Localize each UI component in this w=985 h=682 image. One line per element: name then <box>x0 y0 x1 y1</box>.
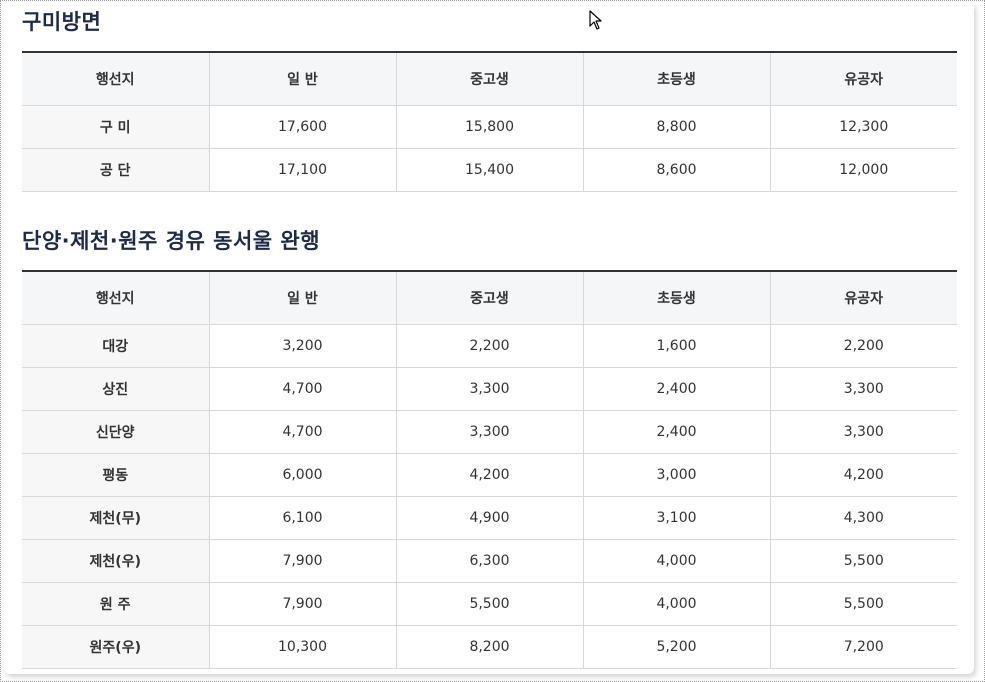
fare-cell: 17,600 <box>208 105 396 149</box>
column-header: 유공자 <box>769 51 957 106</box>
fare-cell: 1,600 <box>582 324 770 368</box>
table-row: 제천(우) 7,900 6,300 4,000 5,500 <box>22 539 957 583</box>
table-row: 원주(우) 10,300 8,200 5,200 7,200 <box>22 625 957 669</box>
destination-cell: 제천(무) <box>22 496 209 540</box>
column-header: 초등생 <box>582 270 770 325</box>
column-header: 일 반 <box>208 51 396 106</box>
fare-cell: 8,800 <box>582 105 770 149</box>
fare-cell: 6,000 <box>208 453 396 497</box>
column-header: 행선지 <box>22 51 209 106</box>
table-row: 공 단 17,100 15,400 8,600 12,000 <box>22 148 957 192</box>
fare-cell: 2,400 <box>582 367 770 411</box>
destination-cell: 공 단 <box>22 148 209 192</box>
destination-cell: 원 주 <box>22 582 209 626</box>
column-header: 중고생 <box>395 270 583 325</box>
destination-cell: 원주(우) <box>22 625 209 669</box>
fare-cell: 5,500 <box>769 582 957 626</box>
destination-cell: 제천(우) <box>22 539 209 583</box>
fare-table-dongseoul: 행선지 일 반 중고생 초등생 유공자 대강 3,200 2,200 1,600 2,200 상진… <box>22 270 957 669</box>
section-title-gumi: 구미방면 <box>22 10 102 34</box>
fare-cell: 2,200 <box>395 324 583 368</box>
fare-cell: 3,300 <box>769 367 957 411</box>
fare-cell: 8,200 <box>395 625 583 669</box>
column-header: 초등생 <box>582 51 770 106</box>
destination-cell: 대강 <box>22 324 209 368</box>
destination-cell: 평동 <box>22 453 209 497</box>
fare-cell: 5,500 <box>395 582 583 626</box>
mouse-pointer-icon <box>589 10 602 30</box>
fare-cell: 4,000 <box>582 539 770 583</box>
fare-cell: 8,600 <box>582 148 770 192</box>
fare-cell: 7,900 <box>208 539 396 583</box>
fare-cell: 5,500 <box>769 539 957 583</box>
fare-cell: 3,200 <box>208 324 396 368</box>
table-header-row: 행선지 일 반 중고생 초등생 유공자 <box>22 270 957 325</box>
fare-table-gumi: 행선지 일 반 중고생 초등생 유공자 구 미 17,600 15,800 8,800 12,3… <box>22 51 957 192</box>
fare-cell: 4,200 <box>395 453 583 497</box>
fare-cell: 5,200 <box>582 625 770 669</box>
fare-cell: 3,300 <box>395 367 583 411</box>
fare-cell: 2,200 <box>769 324 957 368</box>
table-row: 평동 6,000 4,200 3,000 4,200 <box>22 453 957 497</box>
fare-cell: 15,400 <box>395 148 583 192</box>
fare-cell: 6,300 <box>395 539 583 583</box>
destination-cell: 신단양 <box>22 410 209 454</box>
fare-cell: 4,200 <box>769 453 957 497</box>
fare-cell: 3,300 <box>769 410 957 454</box>
fare-cell: 12,300 <box>769 105 957 149</box>
table-row: 원 주 7,900 5,500 4,000 5,500 <box>22 582 957 626</box>
column-header: 행선지 <box>22 270 209 325</box>
table-row: 제천(무) 6,100 4,900 3,100 4,300 <box>22 496 957 540</box>
fare-cell: 17,100 <box>208 148 396 192</box>
column-header: 일 반 <box>208 270 396 325</box>
fare-cell: 2,400 <box>582 410 770 454</box>
table-row: 신단양 4,700 3,300 2,400 3,300 <box>22 410 957 454</box>
fare-cell: 7,200 <box>769 625 957 669</box>
section-title-dongseoul: 단양·제천·원주 경유 동서울 완행 <box>22 229 321 253</box>
table-row: 상진 4,700 3,300 2,400 3,300 <box>22 367 957 411</box>
destination-cell: 상진 <box>22 367 209 411</box>
fare-cell: 15,800 <box>395 105 583 149</box>
fare-cell: 6,100 <box>208 496 396 540</box>
fare-cell: 7,900 <box>208 582 396 626</box>
fare-cell: 3,300 <box>395 410 583 454</box>
destination-cell: 구 미 <box>22 105 209 149</box>
fare-cell: 4,000 <box>582 582 770 626</box>
fare-cell: 3,000 <box>582 453 770 497</box>
fare-cell: 4,700 <box>208 367 396 411</box>
fare-cell: 4,700 <box>208 410 396 454</box>
fare-cell: 12,000 <box>769 148 957 192</box>
column-header: 유공자 <box>769 270 957 325</box>
fare-cell: 3,100 <box>582 496 770 540</box>
fare-cell: 4,900 <box>395 496 583 540</box>
table-header-row: 행선지 일 반 중고생 초등생 유공자 <box>22 51 957 106</box>
table-row: 대강 3,200 2,200 1,600 2,200 <box>22 324 957 368</box>
fare-cell: 10,300 <box>208 625 396 669</box>
column-header: 중고생 <box>395 51 583 106</box>
fare-cell: 4,300 <box>769 496 957 540</box>
table-row: 구 미 17,600 15,800 8,800 12,300 <box>22 105 957 149</box>
